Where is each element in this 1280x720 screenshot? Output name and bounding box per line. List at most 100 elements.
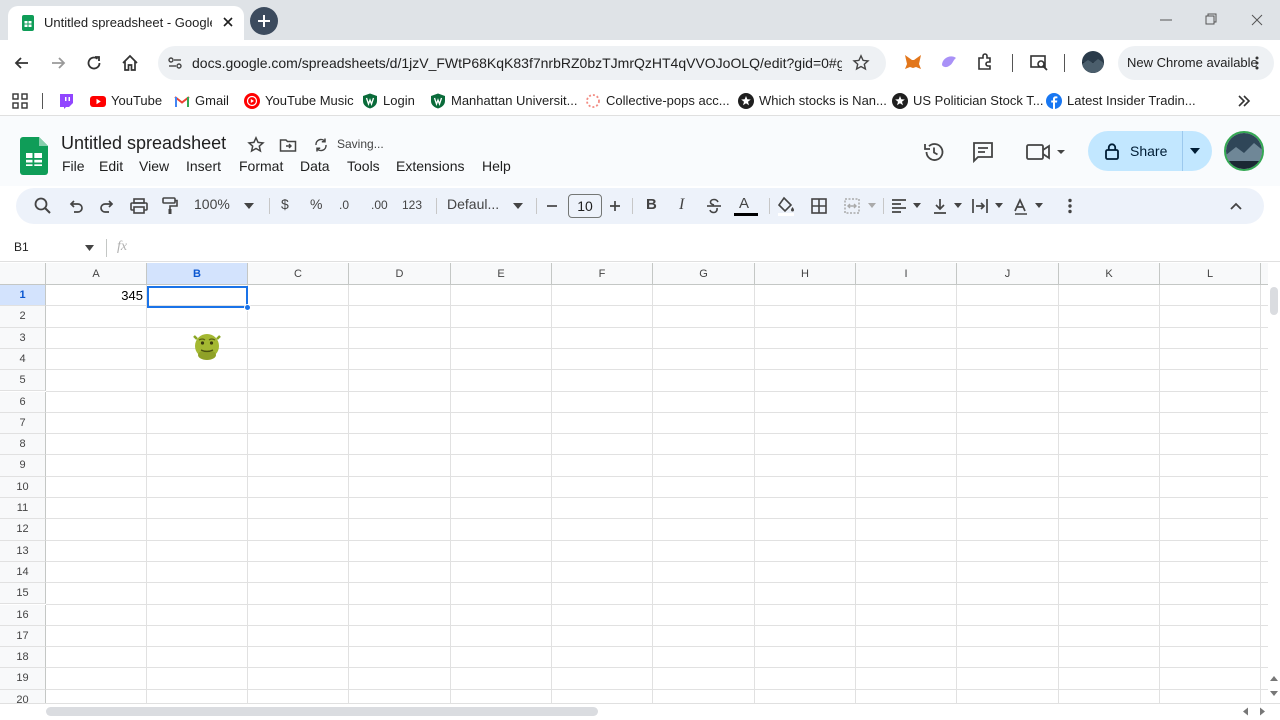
- increase-font-size-icon[interactable]: [605, 196, 625, 216]
- menu-edit[interactable]: Edit: [99, 158, 123, 174]
- print-icon[interactable]: [129, 196, 149, 216]
- fill-handle[interactable]: [244, 304, 251, 311]
- share-dropdown-icon[interactable]: [1189, 147, 1201, 155]
- row-header-6[interactable]: 6: [0, 391, 46, 413]
- row-header-9[interactable]: 9: [0, 455, 46, 477]
- borders-icon[interactable]: [809, 196, 829, 216]
- text-color-button[interactable]: A: [739, 195, 749, 212]
- account-avatar[interactable]: [1224, 131, 1264, 171]
- scroll-up-arrow-icon[interactable]: [1270, 675, 1278, 683]
- name-box-dropdown-icon[interactable]: [85, 245, 94, 251]
- scroll-right-arrow-icon[interactable]: [1258, 707, 1266, 716]
- back-arrow-icon[interactable]: [11, 52, 33, 74]
- decrease-decimal-button[interactable]: .0: [339, 198, 349, 212]
- row-header-2[interactable]: 2: [0, 306, 46, 328]
- row-header-13[interactable]: 13: [0, 540, 46, 562]
- extensions-puzzle-icon[interactable]: [975, 52, 995, 72]
- share-button[interactable]: Share: [1088, 131, 1212, 171]
- restore-icon[interactable]: [1201, 10, 1221, 30]
- number-format-button[interactable]: 123: [402, 198, 422, 212]
- menu-tools[interactable]: Tools: [347, 158, 380, 174]
- home-icon[interactable]: [119, 52, 141, 74]
- name-box[interactable]: B1: [14, 240, 29, 254]
- horizontal-scroll-thumb[interactable]: [46, 707, 598, 716]
- fill-color-icon[interactable]: [776, 196, 796, 216]
- menu-help[interactable]: Help: [482, 158, 511, 174]
- selected-cell-b1[interactable]: [147, 286, 248, 308]
- zoom-select[interactable]: 100%: [194, 196, 230, 212]
- media-search-icon[interactable]: [1029, 52, 1049, 72]
- column-header-e[interactable]: E: [451, 263, 552, 285]
- forward-arrow-icon[interactable]: [47, 52, 69, 74]
- metamask-extension-icon[interactable]: [903, 52, 923, 72]
- text-rotation-icon[interactable]: [1011, 196, 1031, 216]
- column-header-l[interactable]: L: [1160, 263, 1261, 285]
- row-header-20[interactable]: 20: [0, 689, 46, 703]
- chrome-update-button[interactable]: New Chrome available: [1118, 46, 1274, 80]
- column-header-k[interactable]: K: [1059, 263, 1160, 285]
- star-icon[interactable]: [247, 136, 265, 154]
- row-header-8[interactable]: 8: [0, 434, 46, 456]
- menu-view[interactable]: View: [139, 158, 169, 174]
- column-header-c[interactable]: C: [248, 263, 349, 285]
- italic-button[interactable]: I: [679, 196, 684, 214]
- row-header-10[interactable]: 10: [0, 476, 46, 498]
- column-header-a[interactable]: A: [46, 263, 147, 285]
- undo-icon[interactable]: [66, 196, 86, 216]
- sheets-logo-icon[interactable]: [20, 137, 48, 175]
- decrease-font-size-icon[interactable]: [542, 196, 562, 216]
- column-header-i[interactable]: I: [856, 263, 957, 285]
- font-family-select[interactable]: Defaul...: [447, 196, 499, 212]
- horizontal-scrollbar[interactable]: [0, 703, 1280, 720]
- collapse-toolbar-icon[interactable]: [1226, 196, 1246, 216]
- increase-decimal-button[interactable]: .00: [371, 198, 388, 212]
- column-header-d[interactable]: D: [349, 263, 451, 285]
- bookmark-twitch[interactable]: [58, 92, 78, 110]
- spreadsheet-grid[interactable]: A B C D E F G H I J K L 1 2 3 4 5 6 7 8 9 10 11 12 1…: [0, 263, 1268, 703]
- rotation-dropdown-icon[interactable]: [1035, 203, 1043, 208]
- move-folder-icon[interactable]: [279, 136, 297, 154]
- column-header-h[interactable]: H: [755, 263, 856, 285]
- zoom-dropdown-icon[interactable]: [244, 203, 254, 209]
- site-settings-icon[interactable]: [166, 54, 184, 72]
- scroll-down-arrow-icon[interactable]: [1270, 689, 1278, 697]
- row-header-17[interactable]: 17: [0, 625, 46, 648]
- row-header-19[interactable]: 19: [0, 668, 46, 690]
- formula-input[interactable]: [140, 237, 1260, 259]
- version-history-icon[interactable]: [922, 140, 946, 164]
- percent-format-button[interactable]: %: [310, 196, 322, 212]
- reload-icon[interactable]: [83, 52, 105, 74]
- address-bar[interactable]: docs.google.com/spreadsheets/d/1jzV_FWtP…: [158, 46, 886, 80]
- vertical-scrollbar[interactable]: [1268, 263, 1280, 703]
- new-tab-button[interactable]: [250, 7, 278, 35]
- redo-icon[interactable]: [97, 196, 117, 216]
- search-menus-icon[interactable]: [33, 196, 53, 216]
- browser-tab[interactable]: Untitled spreadsheet - Google Sheets: [8, 6, 244, 40]
- column-header-b[interactable]: B: [147, 263, 248, 285]
- bold-button[interactable]: B: [646, 196, 657, 213]
- more-tools-icon[interactable]: [1060, 196, 1080, 216]
- row-header-4[interactable]: 4: [0, 348, 46, 371]
- document-title[interactable]: Untitled spreadsheet: [61, 133, 226, 154]
- column-header-j[interactable]: J: [957, 263, 1059, 285]
- menu-data[interactable]: Data: [300, 158, 330, 174]
- row-header-14[interactable]: 14: [0, 561, 46, 584]
- row-header-18[interactable]: 18: [0, 647, 46, 669]
- row-header-11[interactable]: 11: [0, 498, 46, 520]
- menu-file[interactable]: File: [62, 158, 85, 174]
- row-header-7[interactable]: 7: [0, 412, 46, 435]
- row-header-3[interactable]: 3: [0, 327, 46, 349]
- font-dropdown-icon[interactable]: [513, 203, 523, 209]
- strikethrough-icon[interactable]: [704, 196, 724, 216]
- ai-extension-icon[interactable]: [939, 52, 959, 72]
- bookmark-star-icon[interactable]: [852, 54, 870, 72]
- more-bookmarks-icon[interactable]: [1236, 93, 1252, 109]
- horizontal-align-icon[interactable]: [889, 196, 909, 216]
- valign-dropdown-icon[interactable]: [954, 203, 962, 208]
- row-header-5[interactable]: 5: [0, 370, 46, 392]
- vertical-align-icon[interactable]: [930, 196, 950, 216]
- meet-video-icon[interactable]: [1024, 140, 1068, 164]
- vertical-scroll-thumb[interactable]: [1270, 287, 1278, 315]
- text-wrapping-icon[interactable]: [970, 196, 990, 216]
- minimize-icon[interactable]: [1156, 10, 1176, 30]
